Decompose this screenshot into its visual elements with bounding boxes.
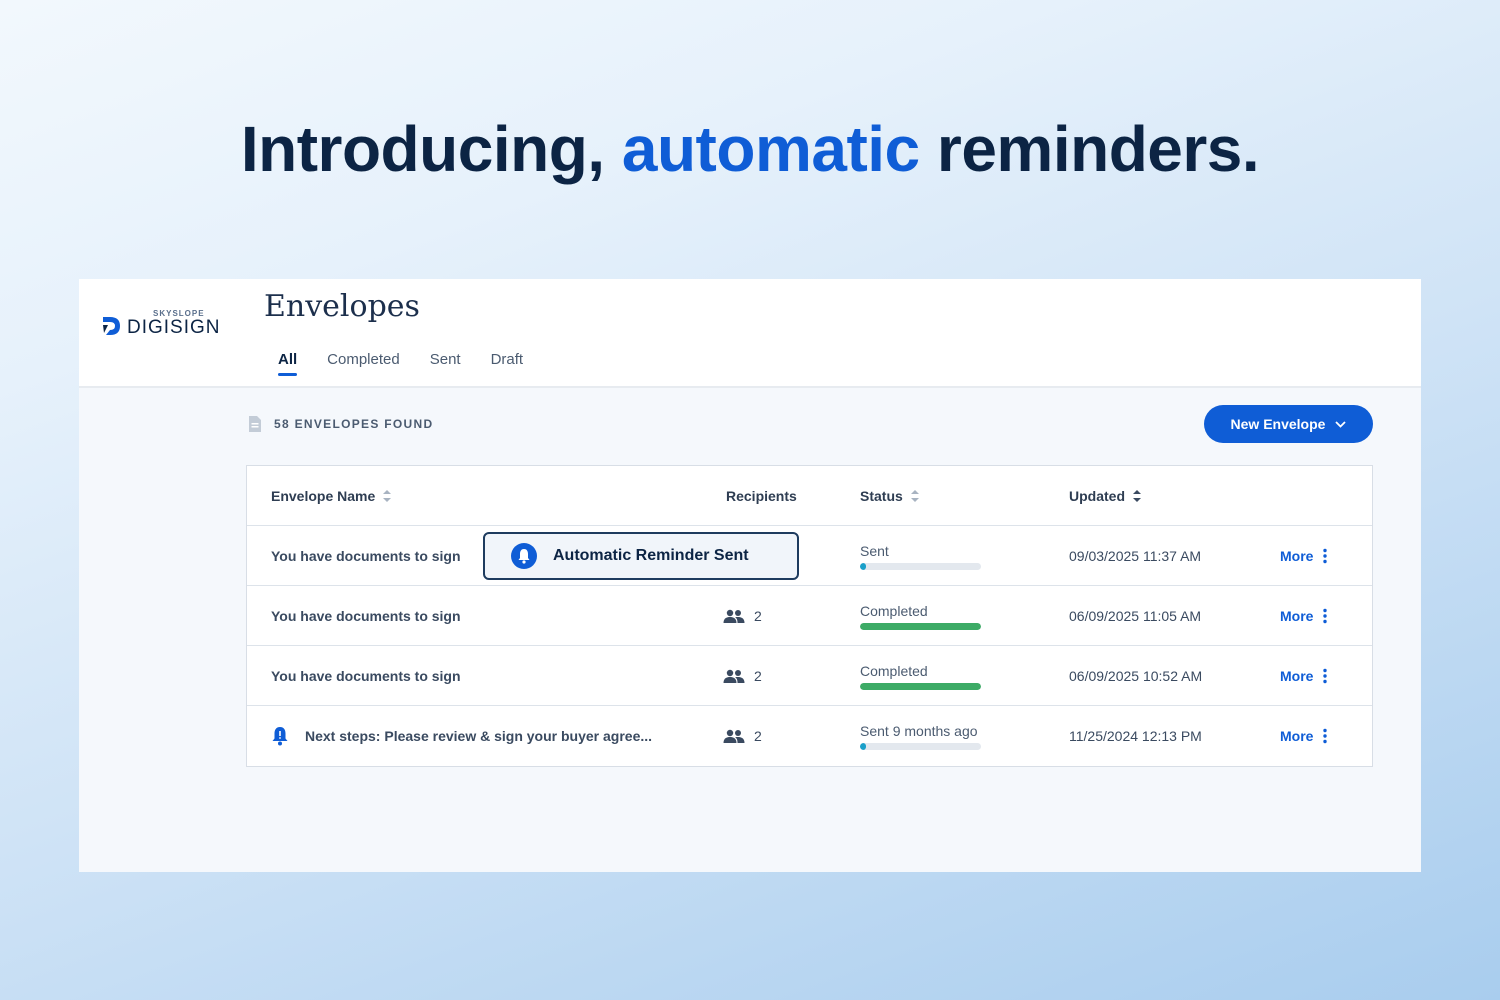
more-menu-button[interactable]: More [1280, 526, 1328, 586]
chevron-down-icon [1335, 420, 1347, 428]
status-cell: Sent 9 months ago [860, 706, 981, 766]
sort-icon [1133, 490, 1141, 502]
recipients-cell: 2 [723, 706, 762, 766]
status-progress-fill [860, 622, 981, 630]
status-cell: Completed [860, 646, 981, 706]
updated-date: 09/03/2025 11:37 AM [1069, 548, 1202, 564]
more-label: More [1280, 728, 1314, 744]
envelope-name: Next steps: Please review & sign your bu… [305, 728, 653, 744]
logo-main-text: DIGISIGN [127, 317, 221, 338]
new-envelope-button[interactable]: New Envelope [1204, 405, 1373, 443]
updated-date: 06/09/2025 10:52 AM [1069, 668, 1203, 684]
envelope-count: 58 ENVELOPES FOUND [248, 415, 433, 433]
status-cell: Sent [860, 526, 981, 586]
table-row[interactable]: You have documents to sign Automatic Rem… [247, 526, 1372, 586]
tab-draft[interactable]: Draft [491, 351, 524, 376]
people-icon [723, 729, 745, 743]
col-envelope-name-label: Envelope Name [271, 488, 376, 504]
new-envelope-label: New Envelope [1230, 416, 1326, 432]
table-row[interactable]: You have documents to sign 2 Completed 0… [247, 646, 1372, 706]
kebab-menu-icon [1323, 668, 1328, 684]
table-row[interactable]: Next steps: Please review & sign your bu… [247, 706, 1372, 766]
reminder-popup-text: Automatic Reminder Sent [553, 547, 749, 564]
page-title: Envelopes [264, 289, 420, 324]
recipient-count: 2 [754, 728, 762, 744]
status-cell: Completed [860, 586, 981, 646]
status-text: Completed [860, 662, 928, 679]
envelopes-table: Envelope Name Recipients Status Updated … [246, 465, 1373, 767]
envelope-name[interactable]: You have documents to sign [271, 646, 461, 706]
col-envelope-name[interactable]: Envelope Name [271, 466, 392, 526]
kebab-menu-icon [1323, 548, 1328, 564]
envelope-count-text: 58 ENVELOPES FOUND [274, 417, 434, 431]
headline-accent: automatic [621, 113, 920, 185]
bell-icon [511, 543, 537, 569]
more-menu-button[interactable]: More [1280, 646, 1328, 706]
status-progress-bar [860, 742, 981, 750]
status-progress-bar [860, 682, 981, 690]
headline-start: Introducing, [240, 113, 622, 185]
updated-date: 06/09/2025 11:05 AM [1069, 608, 1202, 624]
status-progress-fill [860, 742, 867, 750]
status-text: Sent 9 months ago [860, 722, 978, 739]
col-updated[interactable]: Updated [1069, 466, 1142, 526]
recipients-cell: 2 [723, 646, 762, 706]
people-icon [723, 609, 745, 623]
recipients-cell: 2 [723, 586, 762, 646]
envelope-tabs: All Completed Sent Draft [264, 351, 538, 376]
kebab-menu-icon [1323, 608, 1328, 624]
digisign-logo-icon [103, 317, 120, 335]
envelope-name[interactable]: You have documents to sign [271, 586, 461, 646]
headline-end: reminders. [919, 113, 1260, 185]
col-updated-label: Updated [1069, 488, 1125, 504]
sort-icon [910, 490, 919, 502]
headline: Introducing, automatic reminders. [0, 112, 1500, 186]
tab-all[interactable]: All [278, 351, 298, 376]
more-label: More [1280, 548, 1314, 564]
status-text: Sent [860, 542, 889, 559]
col-recipients: Recipients [726, 488, 797, 504]
status-progress-bar [860, 562, 981, 570]
app-window: SKYSLOPE DIGISIGN Envelopes All Complete… [79, 279, 1421, 872]
app-header: SKYSLOPE DIGISIGN Envelopes All Complete… [79, 279, 1421, 388]
status-progress-fill [860, 682, 981, 690]
status-progress-bar [860, 622, 981, 630]
reminder-bell-icon [272, 727, 288, 746]
more-menu-button[interactable]: More [1280, 586, 1328, 646]
envelope-name-cell[interactable]: Next steps: Please review & sign your bu… [271, 706, 652, 766]
status-progress-fill [860, 562, 867, 570]
more-label: More [1280, 668, 1314, 684]
recipient-count: 2 [754, 668, 762, 684]
people-icon [723, 669, 745, 683]
automatic-reminder-popup: Automatic Reminder Sent [483, 532, 799, 580]
table-header: Envelope Name Recipients Status Updated [247, 466, 1372, 526]
col-status-label: Status [860, 488, 903, 504]
col-status[interactable]: Status [860, 466, 920, 526]
recipient-count: 2 [754, 608, 762, 624]
table-row[interactable]: You have documents to sign 2 Completed 0… [247, 586, 1372, 646]
more-menu-button[interactable]: More [1280, 706, 1328, 766]
document-icon [249, 416, 261, 432]
tab-sent[interactable]: Sent [430, 351, 461, 376]
tab-completed[interactable]: Completed [327, 351, 400, 376]
sort-icon [383, 490, 392, 502]
digisign-logo[interactable]: SKYSLOPE DIGISIGN [101, 309, 221, 338]
envelope-name[interactable]: You have documents to sign [271, 526, 461, 586]
more-label: More [1280, 608, 1314, 624]
status-text: Completed [860, 602, 928, 619]
updated-date: 11/25/2024 12:13 PM [1069, 728, 1202, 744]
kebab-menu-icon [1323, 728, 1328, 744]
